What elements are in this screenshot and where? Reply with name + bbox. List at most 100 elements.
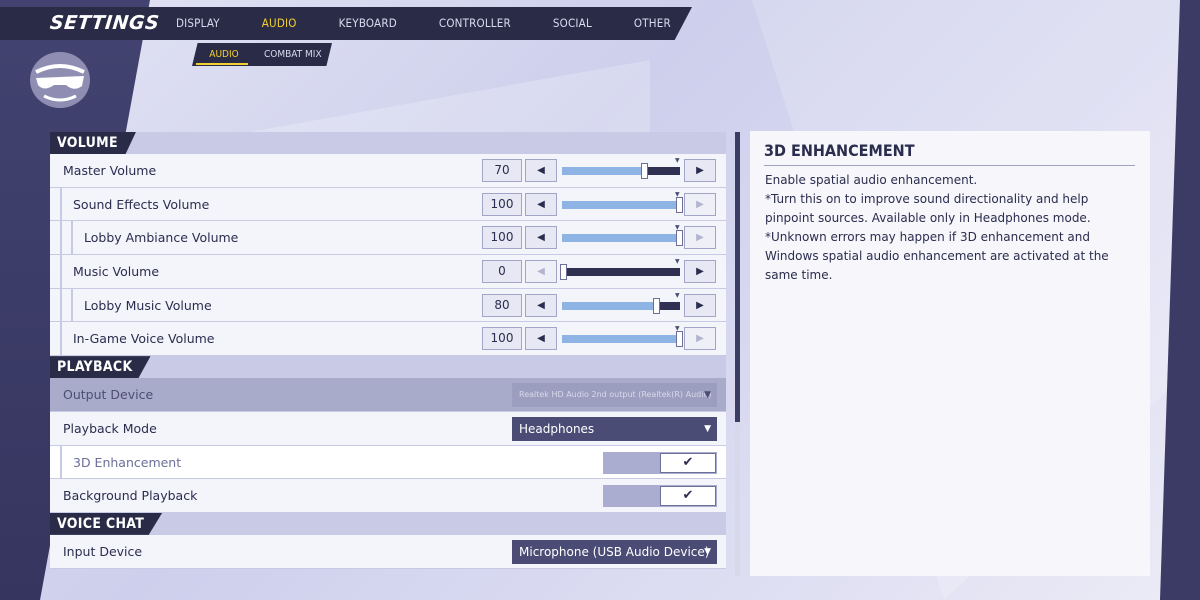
section-label-voice-chat: VOICE CHAT (50, 512, 163, 535)
slider-handle[interactable] (676, 230, 683, 247)
setting-label: Lobby Ambiance Volume (84, 230, 239, 246)
increase-arrow-icon[interactable]: ▶ (684, 327, 716, 351)
slider-fill (562, 200, 679, 209)
setting-background-playback[interactable]: Background Playback ✔ (50, 479, 726, 513)
slider-handle[interactable] (560, 264, 567, 281)
info-title: 3D ENHANCEMENT (764, 141, 915, 160)
decrease-arrow-icon[interactable]: ◀ (525, 327, 557, 351)
default-marker-icon: ▼ (675, 157, 680, 164)
page-title: SETTINGS (48, 12, 161, 34)
tab-social[interactable]: SOCIAL (532, 7, 613, 40)
default-marker-icon: ▼ (675, 291, 680, 299)
volume-value[interactable]: 100 (482, 226, 522, 250)
avatar[interactable] (30, 52, 90, 108)
info-line: Enable spatial audio enhancement. (765, 173, 978, 187)
volume-value[interactable]: 100 (482, 327, 522, 351)
setting-label: Music Volume (73, 264, 160, 280)
default-marker-icon: ▼ (675, 258, 680, 266)
volume-slider[interactable]: ▼ (562, 292, 680, 314)
info-line: *Unknown errors may happen if 3D enhance… (765, 230, 1109, 282)
decrease-arrow-icon[interactable]: ◀ (525, 293, 557, 317)
chevron-down-icon: ▼ (704, 390, 711, 401)
decrease-arrow-icon[interactable]: ◀ (525, 260, 557, 284)
setting-label: 3D Enhancement (73, 454, 182, 470)
checkmark-icon: ✔ (660, 486, 716, 507)
increase-arrow-icon[interactable]: ▶ (684, 293, 716, 317)
setting-label: Input Device (63, 543, 143, 559)
slider-fill (562, 301, 656, 310)
setting-label: In-Game Voice Volume (73, 331, 215, 347)
tab-keyboard[interactable]: KEYBOARD (318, 7, 418, 40)
volume-slider[interactable]: ▼ (562, 325, 683, 348)
input-device-dropdown[interactable]: Microphone (USB Audio Device) ▼ (512, 539, 717, 564)
volume-value[interactable]: 70 (482, 159, 522, 182)
tab-accessibility[interactable]: ACCESSIBILITY (692, 7, 693, 40)
dropdown-value: Microphone (USB Audio Device) (519, 544, 710, 559)
subtab-combat-mix[interactable]: COMBAT MIX (264, 43, 322, 66)
3d-enhancement-toggle[interactable]: ✔ (603, 451, 717, 474)
setting-playback-mode[interactable]: Playback Mode Headphones ▼ (50, 411, 726, 446)
settings-panel: VOLUME Master Volume 70 ◀ ▼ ▶ Sound Effe… (50, 132, 726, 576)
background-right-band (1160, 0, 1200, 600)
tab-audio[interactable]: AUDIO (241, 7, 318, 40)
section-label-playback: PLAYBACK (50, 356, 151, 379)
setting-output-device: Output Device Realtek HD Audio 2nd outpu… (50, 378, 726, 412)
volume-slider[interactable]: ▼ (562, 224, 683, 247)
setting-input-device[interactable]: Input Device Microphone (USB Audio Devic… (50, 534, 726, 569)
increase-arrow-icon[interactable]: ▶ (684, 159, 716, 182)
decrease-arrow-icon[interactable]: ◀ (525, 192, 557, 216)
chevron-down-icon: ▼ (704, 423, 711, 434)
volume-slider[interactable]: ▼ (562, 157, 680, 179)
info-line: *Turn this on to improve sound direction… (765, 192, 1091, 225)
scrollbar-thumb[interactable] (735, 132, 740, 422)
setting-lobby-music-volume[interactable]: Lobby Music Volume 80 ◀ ▼ ▶ (50, 288, 726, 323)
setting-label: Playback Mode (63, 420, 157, 436)
increase-arrow-icon[interactable]: ▶ (684, 192, 716, 216)
decrease-arrow-icon[interactable]: ◀ (525, 159, 557, 182)
subtab-audio[interactable]: AUDIO (196, 43, 248, 66)
increase-arrow-icon[interactable]: ▶ (684, 226, 716, 250)
slider-handle[interactable] (676, 196, 683, 213)
section-volume: VOLUME (50, 132, 726, 154)
setting-label: Sound Effects Volume (73, 196, 210, 212)
setting-label: Master Volume (63, 163, 157, 178)
tab-other[interactable]: OTHER (613, 7, 692, 40)
increase-arrow-icon[interactable]: ▶ (684, 260, 716, 284)
top-nav: SETTINGS DISPLAY AUDIO KEYBOARD CONTROLL… (0, 7, 692, 40)
slider-fill (562, 167, 644, 175)
slider-handle[interactable] (676, 331, 683, 348)
setting-in-game-voice-volume[interactable]: In-Game Voice Volume 100 ◀ ▼ ▶ (50, 322, 726, 357)
dropdown-value: Headphones (519, 421, 595, 436)
decrease-arrow-icon[interactable]: ◀ (525, 226, 557, 250)
slider-fill (562, 234, 679, 243)
section-label-volume: VOLUME (50, 132, 136, 154)
setting-music-volume[interactable]: Music Volume 0 ◀ ▼ ▶ (50, 255, 726, 289)
volume-slider[interactable]: ▼ (560, 258, 680, 281)
setting-label: Lobby Music Volume (84, 297, 212, 313)
playback-mode-dropdown[interactable]: Headphones ▼ (512, 416, 717, 441)
info-divider (764, 165, 1135, 166)
volume-slider[interactable]: ▼ (562, 191, 683, 213)
sub-nav: AUDIO COMBAT MIX (192, 43, 332, 66)
chevron-down-icon: ▼ (704, 546, 711, 557)
tab-display[interactable]: DISPLAY (155, 7, 241, 40)
setting-lobby-ambiance-volume[interactable]: Lobby Ambiance Volume 100 ◀ ▼ ▶ (50, 221, 726, 256)
settings-tabs: DISPLAY AUDIO KEYBOARD CONTROLLER SOCIAL… (155, 7, 693, 40)
slider-handle[interactable] (641, 163, 648, 179)
volume-value[interactable]: 0 (482, 260, 522, 284)
sunglasses-avatar-icon (32, 52, 88, 108)
tab-controller[interactable]: CONTROLLER (418, 7, 532, 40)
volume-value[interactable]: 80 (482, 293, 522, 317)
setting-label: Background Playback (63, 488, 198, 504)
section-playback: PLAYBACK (50, 356, 726, 379)
settings-scrollbar[interactable] (735, 132, 740, 576)
setting-3d-enhancement[interactable]: 3D Enhancement ✔ (50, 445, 726, 480)
setting-master-volume[interactable]: Master Volume 70 ◀ ▼ ▶ (50, 154, 726, 188)
slider-handle[interactable] (653, 297, 660, 314)
dropdown-value: Realtek HD Audio 2nd output (Realtek(R) … (519, 390, 712, 400)
setting-sound-effects-volume[interactable]: Sound Effects Volume 100 ◀ ▼ ▶ (50, 187, 726, 222)
background-playback-toggle[interactable]: ✔ (603, 485, 717, 508)
checkmark-icon: ✔ (660, 452, 716, 473)
volume-value[interactable]: 100 (482, 192, 522, 216)
setting-label: Output Device (63, 387, 154, 403)
